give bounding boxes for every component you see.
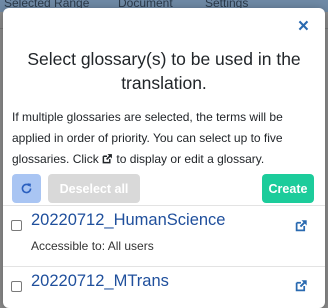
glossary-name[interactable]: 20220712_MTrans: [31, 272, 169, 291]
modal-description: If multiple glossaries are selected, the…: [12, 107, 318, 170]
create-button[interactable]: Create: [262, 174, 314, 203]
close-button[interactable]: ×: [298, 17, 309, 36]
deselect-all-button[interactable]: Deselect all: [48, 174, 140, 203]
refresh-button[interactable]: [12, 174, 41, 203]
glossary-name[interactable]: 20220712_HumanScience: [31, 211, 225, 230]
glossary-accessibility: Accessible to: All users: [31, 239, 154, 253]
glossary-select-modal: × Select glossary(s) to be used in the t…: [3, 8, 325, 308]
glossary-item: 20220712_HumanScience Accessible to: All…: [3, 206, 325, 266]
glossary-checkbox[interactable]: [11, 281, 22, 292]
external-link-icon: [102, 154, 112, 164]
glossary-toolbar: Deselect all Create: [12, 174, 318, 203]
glossary-item: 20220712_MTrans: [3, 267, 325, 307]
modal-title: Select glossary(s) to be used in the tra…: [27, 49, 301, 93]
external-link-icon[interactable]: [295, 279, 308, 292]
glossary-checkbox[interactable]: [11, 220, 22, 231]
external-link-icon[interactable]: [295, 219, 308, 232]
refresh-icon: [21, 183, 32, 194]
description-text-end: to display or edit a glossary.: [113, 152, 265, 166]
